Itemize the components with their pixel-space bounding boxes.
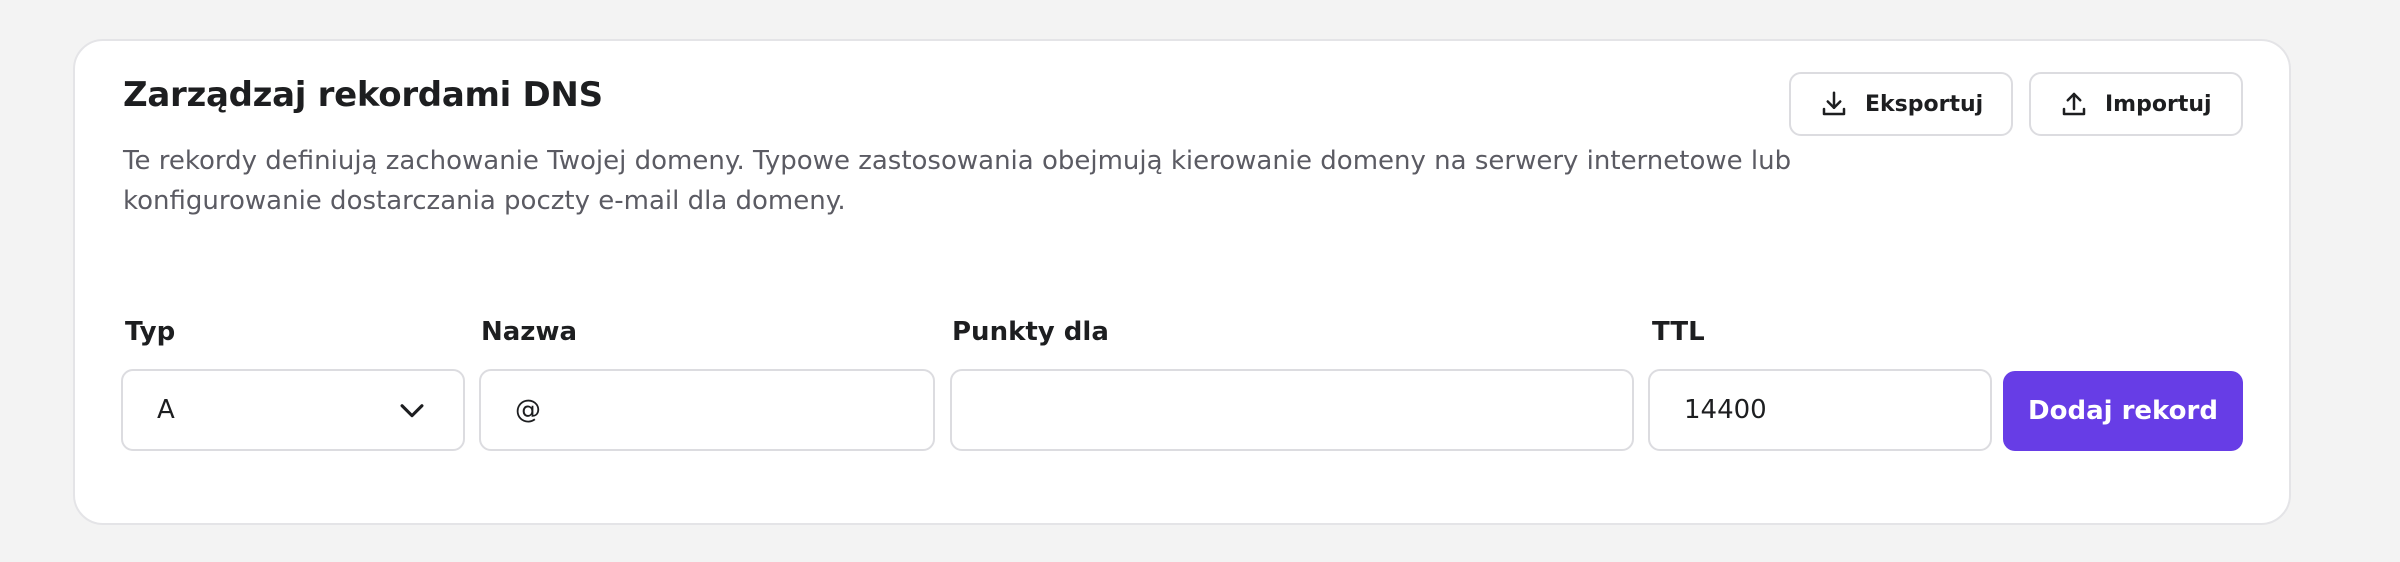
header-actions: Eksportuj Importuj — [1789, 72, 2243, 136]
upload-icon — [2059, 89, 2089, 119]
export-button-label: Eksportuj — [1865, 91, 1984, 117]
type-label: Typ — [125, 317, 176, 347]
name-field-wrapper — [479, 369, 935, 451]
import-button-label: Importuj — [2105, 91, 2212, 117]
download-icon — [1819, 89, 1849, 119]
chevron-down-icon — [395, 393, 429, 427]
name-input[interactable] — [515, 395, 899, 425]
name-label: Nazwa — [481, 317, 578, 347]
import-button[interactable]: Importuj — [2029, 72, 2243, 136]
type-select[interactable]: A — [121, 369, 465, 451]
ttl-label: TTL — [1652, 317, 1705, 347]
dns-records-card: Zarządzaj rekordami DNS Te rekordy defin… — [73, 39, 2291, 525]
page-description: Te rekordy definiują zachowanie Twojej d… — [123, 146, 1792, 216]
ttl-field-wrapper — [1648, 369, 1992, 451]
points-to-label: Punkty dla — [952, 317, 1109, 347]
points-to-input[interactable] — [986, 395, 1598, 425]
type-select-value: A — [157, 395, 175, 425]
page-title: Zarządzaj rekordami DNS — [123, 75, 603, 115]
ttl-input[interactable] — [1684, 395, 1956, 425]
export-button[interactable]: Eksportuj — [1789, 72, 2013, 136]
add-record-button[interactable]: Dodaj rekord — [2003, 371, 2243, 451]
points-to-field-wrapper — [950, 369, 1634, 451]
